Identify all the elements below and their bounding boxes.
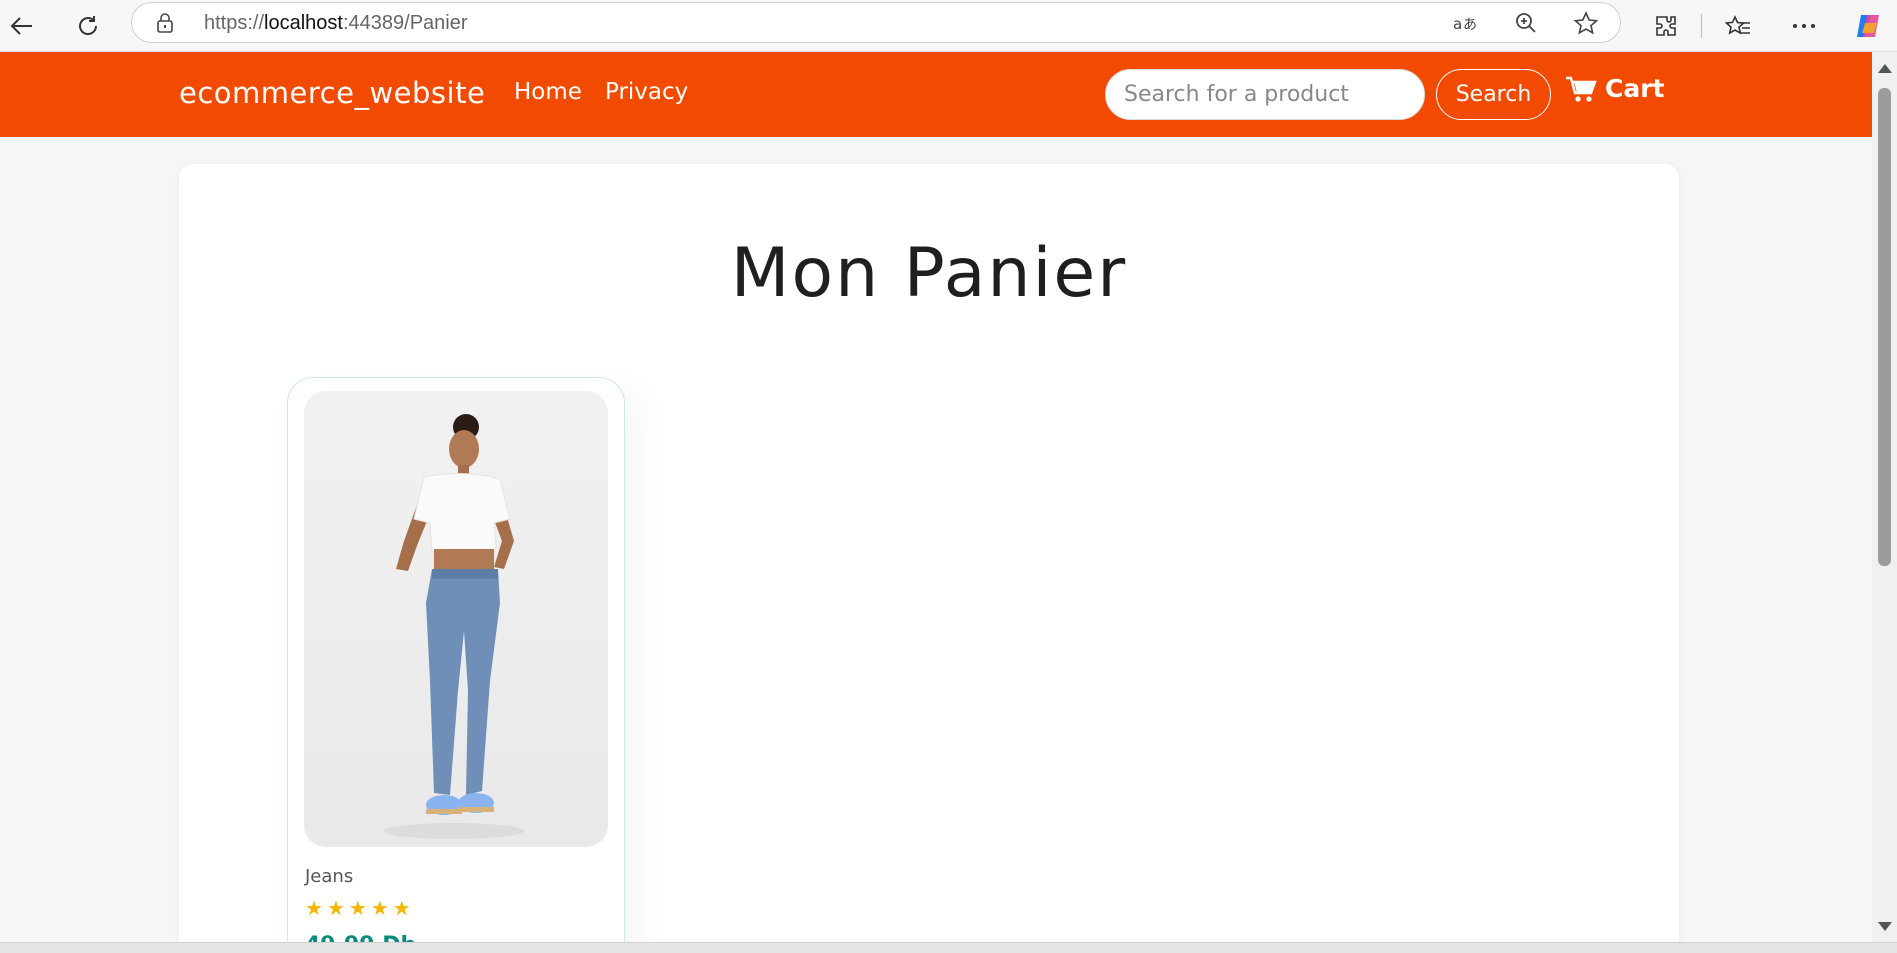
star-icon: ★ (305, 896, 323, 920)
page-title: Mon Panier (730, 234, 1128, 313)
model-wearing-jeans-image (384, 414, 524, 839)
star-icon: ★ (326, 896, 345, 920)
favorite-star-icon[interactable] (1572, 11, 1600, 37)
lock-icon[interactable] (156, 13, 174, 33)
search-input[interactable] (1105, 69, 1425, 120)
star-icon: ★ (370, 896, 389, 920)
url-prefix: https:// (204, 12, 265, 34)
product-name[interactable]: Jeans (305, 866, 353, 887)
product-card[interactable]: Jeans ★ ★ ★ ★ ★ 49.99 Dh (287, 377, 625, 953)
translate-icon[interactable]: aあ (1452, 11, 1480, 37)
brand-logo[interactable]: ecommerce_website (179, 76, 485, 110)
cart-panel: Mon Panier Jeans ★ ★ ★ ★ ★ (179, 164, 1679, 953)
more-icon[interactable] (1786, 8, 1822, 44)
scroll-thumb[interactable] (1878, 88, 1891, 566)
star-icon: ★ (392, 896, 411, 920)
svg-text:あ: あ (1463, 17, 1477, 33)
address-bar[interactable]: https://localhost:44389/Panier aあ (131, 2, 1621, 43)
cart-icon (1566, 76, 1597, 102)
url-text[interactable]: https://localhost:44389/Panier (204, 12, 468, 35)
refresh-icon[interactable] (70, 8, 106, 44)
nav-link-privacy[interactable]: Privacy (605, 79, 688, 105)
site-navbar: ecommerce_website Home Privacy Search Ca… (0, 52, 1872, 137)
url-host: localhost (264, 12, 343, 34)
nav-link-home[interactable]: Home (514, 79, 582, 105)
window-bottom-edge (0, 942, 1897, 953)
cart-link[interactable]: Cart (1565, 74, 1665, 103)
star-icon: ★ (348, 896, 367, 920)
copilot-icon[interactable] (1850, 8, 1886, 44)
search-button[interactable]: Search (1436, 69, 1551, 120)
back-arrow-icon[interactable] (4, 8, 40, 44)
cart-label: Cart (1605, 74, 1665, 103)
scroll-up-arrow-icon[interactable] (1878, 64, 1892, 73)
product-rating: ★ ★ ★ ★ ★ (305, 898, 411, 918)
url-path: :44389/Panier (342, 12, 468, 34)
scroll-down-arrow-icon[interactable] (1878, 922, 1892, 931)
toolbar-divider (1701, 14, 1702, 38)
product-image[interactable] (304, 391, 608, 847)
browser-toolbar: https://localhost:44389/Panier aあ (0, 0, 1897, 52)
vertical-scrollbar[interactable] (1872, 52, 1897, 942)
svg-text:a: a (1453, 15, 1462, 33)
favorites-icon[interactable] (1720, 8, 1756, 44)
extensions-icon[interactable] (1648, 8, 1684, 44)
zoom-icon[interactable] (1512, 11, 1540, 37)
